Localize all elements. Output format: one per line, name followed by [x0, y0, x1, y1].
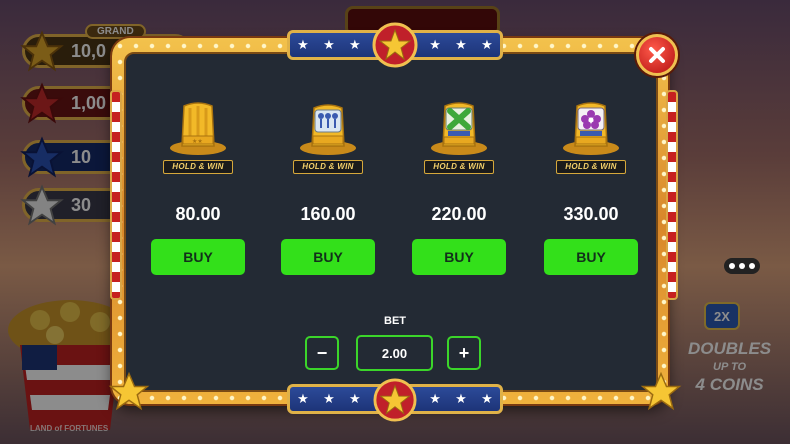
hold-and-win-badge: HOLD & WIN — [556, 160, 626, 174]
close-button[interactable] — [636, 34, 678, 76]
buy-button[interactable]: BUY — [281, 239, 375, 275]
gold-hat-icon: ★★ — [170, 102, 226, 155]
more-options-button[interactable] — [724, 258, 760, 274]
jackpot-amount: 30 — [71, 194, 92, 215]
buy-button[interactable]: BUY — [412, 239, 506, 275]
jackpot-tag: GRAND — [85, 24, 146, 39]
bottom-star-icon — [373, 378, 417, 422]
cross-hat-icon — [431, 102, 487, 155]
gold-star-icon — [20, 30, 64, 72]
close-icon — [649, 47, 665, 63]
promo-text: DOUBLES UP TO 4 COINS — [688, 339, 772, 394]
corner-star-left-icon — [108, 371, 150, 411]
hold-and-win-badge: HOLD & WIN — [293, 160, 363, 174]
bet-label: BET — [384, 315, 406, 327]
hold-and-win-badge: HOLD & WIN — [424, 160, 494, 174]
keys-hat-icon — [300, 104, 356, 155]
top-star-icon — [372, 22, 418, 68]
feature-item-3: HOLD & WIN 220.00 BUY — [411, 100, 507, 275]
multiplier-badge: 2X — [704, 302, 740, 330]
hold-and-win-badge: HOLD & WIN — [163, 160, 233, 174]
feature-item-1: ★★ HOLD & WIN 80.00 BUY — [150, 100, 246, 275]
feature-item-2: HOLD & WIN 160.00 BUY — [280, 100, 376, 275]
item-price: 220.00 — [431, 204, 487, 224]
item-price: 80.00 — [175, 204, 221, 224]
bet-value-display: 2.00 — [356, 335, 433, 371]
feature-item-4: HOLD & WIN 330.00 BUY — [543, 100, 639, 275]
svg-text:★★: ★★ — [192, 138, 203, 145]
white-star-icon — [20, 184, 64, 226]
corner-star-right-icon — [640, 371, 682, 411]
blue-star-icon — [20, 136, 64, 178]
flower-hat-icon — [563, 102, 619, 155]
frame-stripe-left — [110, 90, 122, 300]
item-price: 330.00 — [563, 204, 619, 224]
bet-increase-button[interactable]: + — [447, 336, 481, 370]
game-logo: LAND of FORTUNES — [30, 424, 109, 433]
jackpot-amount: 10 — [71, 146, 92, 167]
jackpot-amount: 10,0 — [71, 40, 107, 61]
bet-decrease-button[interactable]: − — [305, 336, 339, 370]
frame-stripe-right — [666, 90, 678, 300]
jackpot-amount: 1,00 — [71, 92, 107, 113]
red-star-icon — [20, 82, 64, 124]
item-price: 160.00 — [300, 204, 356, 224]
buy-button[interactable]: BUY — [151, 239, 245, 275]
buy-button[interactable]: BUY — [544, 239, 638, 275]
